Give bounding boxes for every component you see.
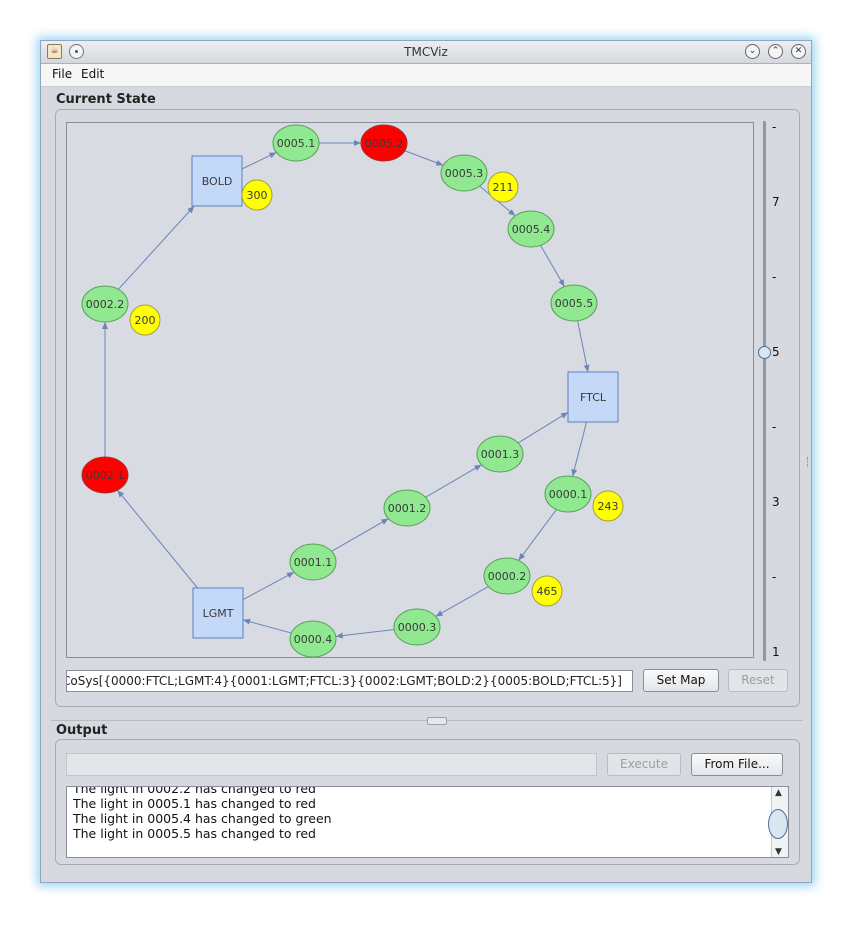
slider-tick: 7	[772, 195, 780, 209]
reset-button[interactable]: Reset	[728, 669, 788, 692]
current-state-label: Current State	[56, 92, 156, 107]
scroll-down-icon[interactable]: ▼	[775, 847, 782, 857]
traffic-light-label: 0005.3	[445, 167, 484, 180]
traffic-light-label: 0001.1	[294, 556, 333, 569]
traffic-light-label: 0005.4	[512, 223, 551, 236]
graph-edge	[540, 245, 565, 287]
traffic-light-label: 0005.5	[555, 297, 594, 310]
execute-button[interactable]: Execute	[607, 753, 681, 776]
map-definition-input[interactable]: CoSys[{0000:FTCL;LGMT:4}{0001:LGMT;FTCL:…	[66, 670, 633, 692]
traffic-light-label: 0002.1	[86, 469, 125, 482]
graph-edge	[117, 205, 195, 290]
traffic-light-label: 0000.4	[294, 633, 333, 646]
time-slider-knob[interactable]	[758, 346, 771, 359]
hub-node-label: BOLD	[202, 175, 233, 188]
traffic-light-label: 0000.2	[488, 570, 527, 583]
scroll-thumb[interactable]	[768, 809, 788, 839]
graph-edge	[241, 151, 277, 170]
slider-tick: -	[772, 270, 777, 284]
log-line: The light in 0005.1 has changed to red	[73, 796, 316, 811]
vehicle-counter-value: 465	[537, 585, 558, 598]
slider-tick: 1	[772, 645, 780, 659]
slider-tick: -	[772, 420, 777, 434]
menu-edit[interactable]: Edit	[81, 67, 104, 81]
time-slider-track[interactable]	[763, 121, 766, 661]
graph-svg: BOLD FTCL LGMT 0005.1 0005.2 0005.3 0005.4 0005…	[81, 124, 624, 658]
output-log[interactable]: The light in 0002.2 has changed to red T…	[66, 786, 789, 858]
scroll-up-icon[interactable]: ▲	[775, 788, 782, 798]
splitter-grip-icon[interactable]	[427, 717, 447, 725]
traffic-light-label: 0005.2	[365, 137, 404, 150]
graph-edge	[435, 586, 489, 617]
vehicle-counter-value: 200	[135, 314, 156, 327]
log-line: The light in 0002.2 has changed to red	[73, 786, 316, 796]
slider-tick: 5	[772, 345, 780, 359]
slider-tick: -	[772, 120, 777, 134]
vehicle-counter-value: 211	[493, 181, 514, 194]
slider-tick: 3	[772, 495, 780, 509]
command-input[interactable]	[66, 753, 597, 776]
graph-edge	[335, 629, 395, 639]
graph-edge	[518, 509, 557, 561]
output-label: Output	[56, 723, 108, 738]
graph-nodes: BOLD FTCL LGMT 0005.1 0005.2 0005.3 0005.4 0005…	[81, 124, 624, 658]
traffic-light-label: 0005.1	[277, 137, 316, 150]
split-pane-divider[interactable]	[51, 716, 803, 726]
hub-node-label: FTCL	[580, 391, 607, 404]
graph-edge	[331, 518, 389, 552]
graph-edge	[425, 464, 482, 498]
log-scrollbar[interactable]: ▲ ▼	[768, 787, 788, 857]
maximize-icon[interactable]: ⌃	[768, 44, 783, 59]
set-map-button[interactable]: Set Map	[643, 669, 719, 692]
menu-file[interactable]: File	[52, 67, 72, 81]
graph-edge	[242, 571, 295, 601]
minimize-icon[interactable]: ⌄	[745, 44, 760, 59]
traffic-light-label: 0001.3	[481, 448, 520, 461]
hub-node-label: LGMT	[203, 607, 234, 620]
title-bar: ☕ TMCViz ⌄ ⌃ ✕	[41, 41, 811, 64]
traffic-light-label: 0000.1	[549, 488, 588, 501]
graph-edge	[571, 421, 588, 477]
traffic-light-label: 0001.2	[388, 502, 427, 515]
traffic-light-label: 0000.3	[398, 621, 437, 634]
log-line: The light in 0005.4 has changed to green	[73, 811, 332, 826]
from-file-button[interactable]: From File...	[691, 753, 783, 776]
map-definition-text: CoSys[{0000:FTCL;LGMT:4}{0001:LGMT;FTCL:…	[66, 674, 622, 688]
window-title: TMCViz	[404, 45, 448, 59]
graph-edge	[517, 411, 569, 444]
slider-tick: -	[772, 570, 777, 584]
close-icon[interactable]: ✕	[791, 44, 806, 59]
menu-bar: File Edit	[41, 64, 811, 87]
vehicle-counter-value: 300	[247, 189, 268, 202]
vehicle-counter-value: 243	[598, 500, 619, 513]
app-window: ☕ TMCViz ⌄ ⌃ ✕ File Edit Current State B…	[40, 40, 812, 883]
graph-edge	[242, 618, 292, 634]
graph-edge	[117, 489, 198, 589]
graph-edge	[577, 320, 590, 373]
log-line: The light in 0005.5 has changed to red	[73, 826, 316, 841]
resize-grip-icon[interactable]	[807, 457, 811, 467]
traffic-light-label: 0002.2	[86, 298, 125, 311]
graph-edge	[404, 150, 444, 166]
graph-canvas[interactable]: BOLD FTCL LGMT 0005.1 0005.2 0005.3 0005.4 0005…	[66, 122, 754, 658]
